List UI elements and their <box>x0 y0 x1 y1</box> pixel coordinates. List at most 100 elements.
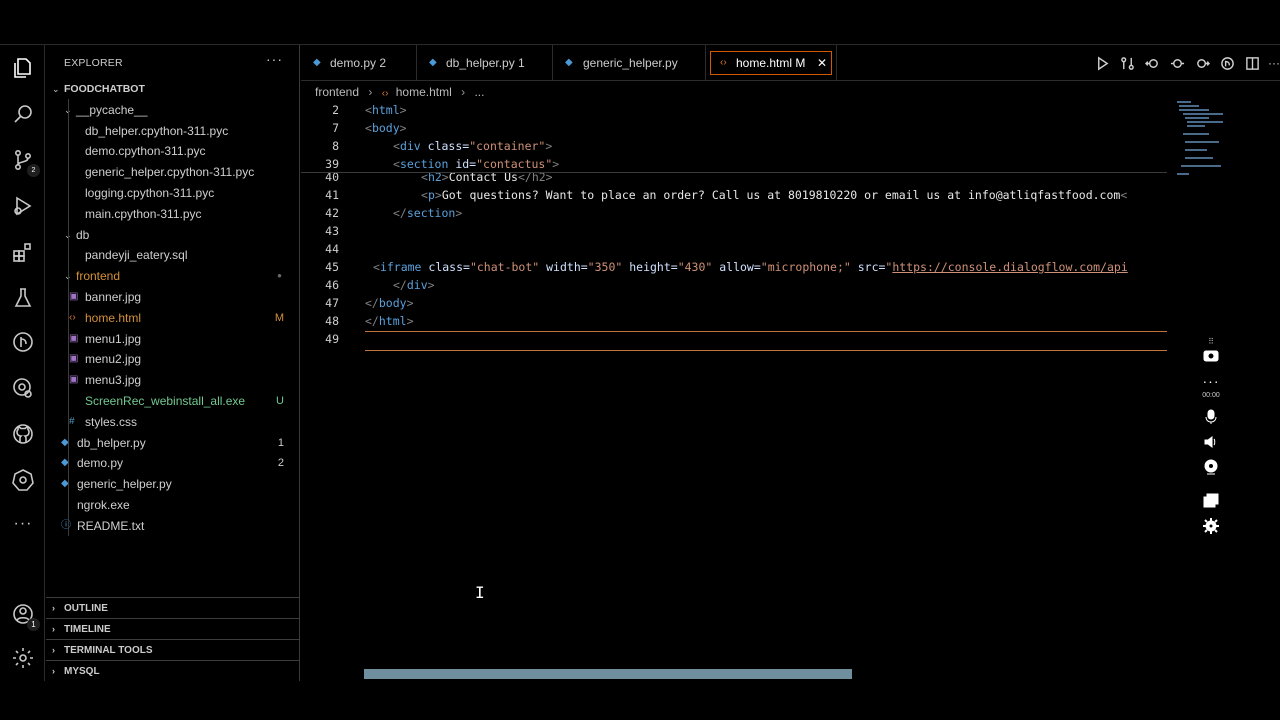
file-item[interactable]: main.cpython-311.pyc <box>46 204 300 225</box>
screen-recorder-toolbar: ⠿ ··· 00:00 <box>1198 330 1224 542</box>
breadcrumb-symbol[interactable]: ... <box>474 83 484 101</box>
code-token: src= <box>850 260 886 274</box>
tree-item-label: ngrok.exe <box>77 497 130 512</box>
timeline-icon[interactable] <box>1219 55 1235 71</box>
vscode-window: 2 ··· 1 EXPLORER ··· ⌄ FOODCHATBOT __pyc… <box>0 44 1280 681</box>
section-terminal-tools[interactable]: › TERMINAL TOOLS <box>46 639 300 660</box>
code-token: < <box>393 139 400 153</box>
windows-icon[interactable] <box>1200 490 1222 512</box>
folder-item[interactable]: ⌄frontend● <box>46 266 300 287</box>
breadcrumb-file[interactable]: home.html <box>396 83 452 101</box>
code-token: html <box>371 103 400 117</box>
settings-icon[interactable] <box>1200 515 1222 537</box>
code-token: body <box>371 121 400 135</box>
file-item[interactable]: logging.cpython-311.pyc <box>46 183 300 204</box>
split-editor-icon[interactable] <box>1244 55 1260 71</box>
git-graph-icon[interactable] <box>8 327 38 357</box>
code-token: </ <box>365 296 379 310</box>
run-debug-icon[interactable] <box>8 191 38 221</box>
file-item[interactable]: ◆ demo.py 2 <box>46 453 300 474</box>
code-line: 46 </div> <box>301 276 1167 294</box>
file-item[interactable]: db_helper.cpython-311.pyc <box>46 121 300 142</box>
tab-demo-py[interactable]: ◆ demo.py 2 <box>301 45 417 81</box>
file-item[interactable]: ◆ db_helper.py 1 <box>46 433 300 454</box>
search-icon[interactable] <box>8 99 38 129</box>
open-changes-icon[interactable] <box>1194 55 1210 71</box>
minimap[interactable] <box>1175 101 1279 201</box>
line-number: 8 <box>332 139 339 153</box>
manage-gear-icon[interactable] <box>8 643 38 673</box>
camera-icon[interactable] <box>1200 344 1222 366</box>
tab-label: home.html M <box>736 56 806 70</box>
code-line: 39 <section id="contactus"> <box>301 155 1167 173</box>
git-status-badge: 1 <box>277 436 284 449</box>
breadcrumb-folder[interactable]: frontend <box>315 83 359 101</box>
code-token: p <box>427 188 435 202</box>
code-token: > <box>406 296 414 310</box>
tree-item-label: banner.jpg <box>85 289 142 304</box>
more-icon[interactable]: ··· <box>1200 370 1222 392</box>
tree-item-label: generic_helper.py <box>77 477 172 492</box>
file-item[interactable]: ▣ banner.jpg <box>46 287 300 308</box>
close-icon[interactable]: ✕ <box>817 45 827 81</box>
accounts-icon[interactable]: 1 <box>8 599 40 631</box>
file-item[interactable]: generic_helper.cpython-311.pyc <box>46 162 300 183</box>
line-number: 45 <box>325 260 339 274</box>
file-item[interactable]: ▣ menu1.jpg <box>46 329 300 350</box>
file-item[interactable]: ▣ menu2.jpg <box>46 349 300 370</box>
file-item[interactable]: ◆ generic_helper.py <box>46 474 300 495</box>
tab-db-helper-py[interactable]: ◆ db_helper.py 1 <box>417 45 553 81</box>
testing-icon[interactable] <box>8 283 38 313</box>
code-token: > <box>399 103 407 117</box>
go-back-icon[interactable] <box>1144 55 1160 71</box>
section-mysql[interactable]: › MYSQL <box>46 660 300 681</box>
more-actions-icon[interactable]: ··· <box>1266 55 1280 71</box>
source-control-icon[interactable]: 2 <box>8 145 40 177</box>
file-item[interactable]: pandeyji_eatery.sql <box>46 245 300 266</box>
explorer-icon[interactable] <box>8 53 38 83</box>
code-token: > <box>545 139 553 153</box>
folder-item[interactable]: ⌄db <box>46 225 300 246</box>
code-token: div <box>406 278 428 292</box>
file-item[interactable]: ngrok.exe <box>46 495 300 516</box>
explorer-more-button[interactable]: ··· <box>266 51 283 67</box>
tab-generic-helper-py[interactable]: ◆ generic_helper.py <box>553 45 706 81</box>
tree-item-label: pandeyji_eatery.sql <box>85 248 188 263</box>
project-root[interactable]: ⌄ FOODCHATBOT <box>46 79 300 100</box>
info-file-icon: ⓘ <box>61 519 71 531</box>
minimap-line <box>1183 133 1209 135</box>
folder-item[interactable]: ⌄__pycache__ <box>46 100 300 121</box>
file-item[interactable]: ScreenRec_webinstall_all.exe U <box>46 391 300 412</box>
code-token: class= <box>420 139 470 153</box>
chevron-right-icon: › <box>52 645 55 655</box>
go-forward-icon[interactable] <box>1169 55 1185 71</box>
more-icon[interactable]: ··· <box>8 509 38 539</box>
run-icon[interactable] <box>1094 55 1110 71</box>
code-token: < <box>393 157 400 171</box>
section-timeline[interactable]: › TIMELINE <box>46 618 300 639</box>
speaker-icon[interactable] <box>1200 431 1222 453</box>
microphone-icon[interactable] <box>1200 406 1222 428</box>
compare-icon[interactable] <box>1119 55 1135 71</box>
file-item[interactable]: demo.cpython-311.pyc <box>46 141 300 162</box>
file-item[interactable]: ‹› home.html M <box>46 308 300 329</box>
file-item[interactable]: # styles.css <box>46 412 300 433</box>
code-editor[interactable]: 40 <h2>Contact Us</h2> 41 <p>Got questions?… <box>301 101 1167 661</box>
extensions-icon[interactable] <box>8 237 38 267</box>
file-item[interactable]: ⓘ README.txt <box>46 516 300 537</box>
code-token: > <box>455 206 463 220</box>
github-icon[interactable] <box>8 419 38 449</box>
tree-item-label: db <box>76 227 90 242</box>
sidebar-sections: › OUTLINE › TIMELINE › TERMINAL TOOLS › MYSQ… <box>46 597 300 681</box>
tree-item-label: home.html <box>85 310 142 325</box>
tree-item-label: styles.css <box>85 414 138 429</box>
minimap-line <box>1179 105 1199 107</box>
tab-home-html[interactable]: ‹› home.html M ✕ <box>706 45 837 81</box>
webcam-icon[interactable] <box>1200 456 1222 478</box>
horizontal-scrollbar[interactable] <box>364 669 852 679</box>
section-outline[interactable]: › OUTLINE <box>46 597 300 618</box>
code-token: </ <box>365 314 379 328</box>
kubernetes-icon[interactable] <box>8 465 38 495</box>
remote-explorer-icon[interactable] <box>8 373 38 403</box>
file-item[interactable]: ▣ menu3.jpg <box>46 370 300 391</box>
